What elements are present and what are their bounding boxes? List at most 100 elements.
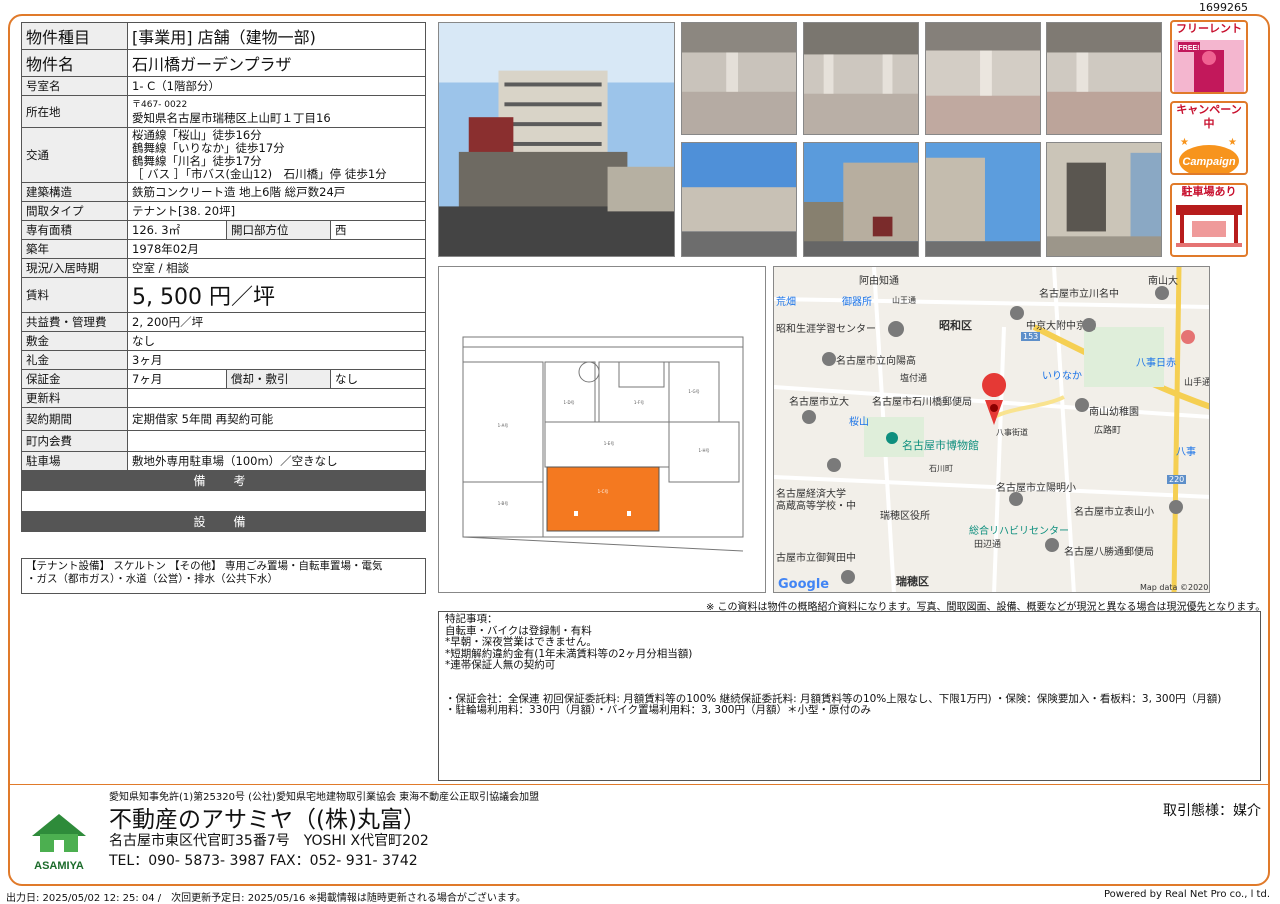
- document-number: 1699265: [1199, 1, 1248, 14]
- route-shield: 220: [1167, 475, 1187, 484]
- room-label: 1-E号: [604, 440, 615, 446]
- spec-value: テナント[38. 20坪]: [127, 201, 426, 221]
- building-icon: FREE!: [1174, 40, 1244, 92]
- spec-key: 償却・敷引: [226, 369, 331, 389]
- map-label: 南山大: [1148, 276, 1178, 287]
- map-label: 瑞穂区役所: [880, 511, 930, 522]
- spec-key: 物件種目: [21, 22, 128, 50]
- campaign-badge: キャンペーン中 Campaign ★ ★: [1170, 101, 1248, 175]
- remarks-header: 備 考: [21, 470, 426, 491]
- svg-text:★: ★: [1180, 137, 1189, 148]
- map-label: 瑞穂区: [896, 575, 929, 588]
- spec-table: 物件種目 [事業用] 店舗（建物一部) 物件名 石川橋ガーデンプラザ 号室名 1- C…: [21, 22, 426, 532]
- equipment-header: 設 備: [21, 511, 426, 532]
- map-label: 高蔵高等学校・中: [776, 501, 856, 512]
- spec-value: なし: [127, 331, 426, 351]
- spec-value: 敷地外専用駐車場（100m）／空きなし: [127, 451, 426, 471]
- spec-key: 賃料: [21, 277, 128, 313]
- map-label: 桜山: [849, 417, 869, 428]
- transit-line: ［ バス ］「市バス(金山12) 石川橋」停 徒歩1分: [132, 167, 387, 181]
- spec-value: 1- C（1階部分）: [127, 76, 426, 96]
- svg-text:★: ★: [1228, 137, 1237, 148]
- equipment-line: ・ガス（都市ガス）・水道（公営）・排水（公共下水）: [26, 573, 278, 585]
- interior-photo[interactable]: [681, 22, 797, 135]
- postal-code: 〒467- 0022: [132, 100, 188, 110]
- exterior-photo[interactable]: [803, 142, 919, 257]
- spec-key: 保証金: [21, 369, 128, 389]
- company-name: 不動産のアサミヤ（(株)丸富）: [109, 807, 426, 833]
- property-name: 石川橋ガーデンプラザ: [127, 49, 426, 77]
- exterior-photo[interactable]: [1046, 142, 1162, 257]
- badge-label: キャンペーン中: [1176, 103, 1242, 130]
- company-phone: TEL：090- 5873- 3987 FAX：052- 931- 3742: [109, 853, 418, 869]
- map-label: 名古屋市立川名中: [1039, 289, 1119, 300]
- spec-value: 7ヶ月: [127, 369, 227, 389]
- spec-value: 3ヶ月: [127, 350, 426, 370]
- spec-key: 共益費・管理費: [21, 312, 128, 332]
- map-label: 山手通: [1184, 378, 1210, 388]
- asamiya-logo: ASAMIYA: [24, 806, 94, 872]
- map-label: 塩付通: [900, 374, 928, 384]
- megaphone-icon: Campaign ★ ★: [1179, 137, 1239, 173]
- company-address: 名古屋市東区代官町35番7号 YOSHI X代官町202: [109, 833, 429, 849]
- badge-label: 駐車場あり: [1181, 185, 1237, 198]
- transaction-type: 取引態様：媒介: [1163, 803, 1261, 819]
- map-label: 名古屋市立表山小: [1074, 507, 1154, 518]
- remark-line: [445, 683, 1254, 694]
- remark-line: *短期解約違約金有(1年未満賃料等の2ヶ月分相当額): [445, 647, 693, 660]
- parking-icon: [1176, 205, 1242, 247]
- map-label: 中京大附中京高: [1026, 321, 1096, 332]
- spec-key: 交通: [21, 127, 128, 183]
- free-rent-badge: フリーレント FREE!: [1170, 20, 1248, 94]
- rent-value: 5, 500 円／坪: [127, 277, 426, 313]
- floor-plan[interactable]: 1-A号 1-B号 1-C号 1-D号 1-E号 1-F号 1-G号 1-H号: [438, 266, 766, 593]
- room-label: 1-A号: [498, 422, 509, 428]
- free-label: FREE!: [1179, 45, 1200, 52]
- spec-value: 定期借家 5年間 再契約可能: [127, 407, 426, 431]
- room-label: 1-H号: [699, 447, 710, 453]
- spec-key: 契約期間: [21, 407, 128, 431]
- remark-line: *連帯保証人無の契約可: [445, 659, 556, 671]
- location-map[interactable]: 阿由知通 荒畑 御器所 山王通 名古屋市立川名中 南山大 昭和生涯学習センター …: [773, 266, 1210, 593]
- interior-photo[interactable]: [925, 22, 1041, 135]
- spec-value: [127, 430, 426, 452]
- spec-key: 礼金: [21, 350, 128, 370]
- map-label: 阿由知通: [859, 276, 899, 287]
- equipment-text: 【テナント設備】 スケルトン 【その他】 専用ごみ置場・自転車置場・電気 ・ガス…: [21, 558, 426, 594]
- map-label: 御器所: [842, 297, 872, 308]
- room-label: 1-D号: [563, 399, 574, 405]
- spec-value: [127, 388, 426, 408]
- output-date: 出力日: 2025/05/02 12: 25: 04 / 次回更新予定日: 20…: [6, 893, 526, 904]
- spec-value: 2, 200円／坪: [127, 312, 426, 332]
- equipment-line: 【テナント設備】 スケルトン 【その他】 専用ごみ置場・自転車置場・電気: [26, 560, 383, 572]
- route-shield: 153: [1021, 332, 1041, 341]
- interior-photo[interactable]: [803, 22, 919, 135]
- spec-key: 駐車場: [21, 451, 128, 471]
- map-label: 八事街道: [996, 428, 1028, 437]
- remark-line: *早朝・深夜営業はできません。: [445, 636, 597, 648]
- special-remarks: 特記事項： 自転車・バイクは登録制・有料 *早朝・深夜営業はできません。 *短期…: [438, 611, 1261, 781]
- spec-key: 更新料: [21, 388, 128, 408]
- spec-key: 号室名: [21, 76, 128, 96]
- spec-value: なし: [330, 369, 426, 389]
- google-logo: Google: [778, 577, 830, 592]
- map-label: 八事日赤: [1136, 358, 1176, 369]
- interior-photo[interactable]: [1046, 22, 1162, 135]
- spec-key: 専有面積: [21, 220, 128, 240]
- map-label: 山王通: [892, 296, 916, 305]
- address: 愛知県名古屋市瑞穂区上山町１丁目16: [132, 111, 331, 125]
- exterior-photo[interactable]: [925, 142, 1041, 257]
- map-label: 総合リハビリセンター: [969, 526, 1069, 537]
- spec-key: 間取タイプ: [21, 201, 128, 221]
- spec-key: 築年: [21, 239, 128, 259]
- exterior-photo[interactable]: [681, 142, 797, 257]
- spec-value: 1978年02月: [127, 239, 426, 259]
- spec-key: 建築構造: [21, 182, 128, 202]
- spec-value: [事業用] 店舗（建物一部): [127, 22, 426, 50]
- room-label: 1-G号: [688, 388, 699, 394]
- room-label: 1-B号: [498, 500, 509, 506]
- remark-line: ・駐輪場利用料：330円（月額）・バイク置場利用料：3, 300円（月額）＊小型…: [445, 704, 871, 716]
- direction-value: 西: [330, 220, 426, 240]
- building-photo[interactable]: [438, 22, 675, 257]
- remark-line: [445, 672, 1254, 683]
